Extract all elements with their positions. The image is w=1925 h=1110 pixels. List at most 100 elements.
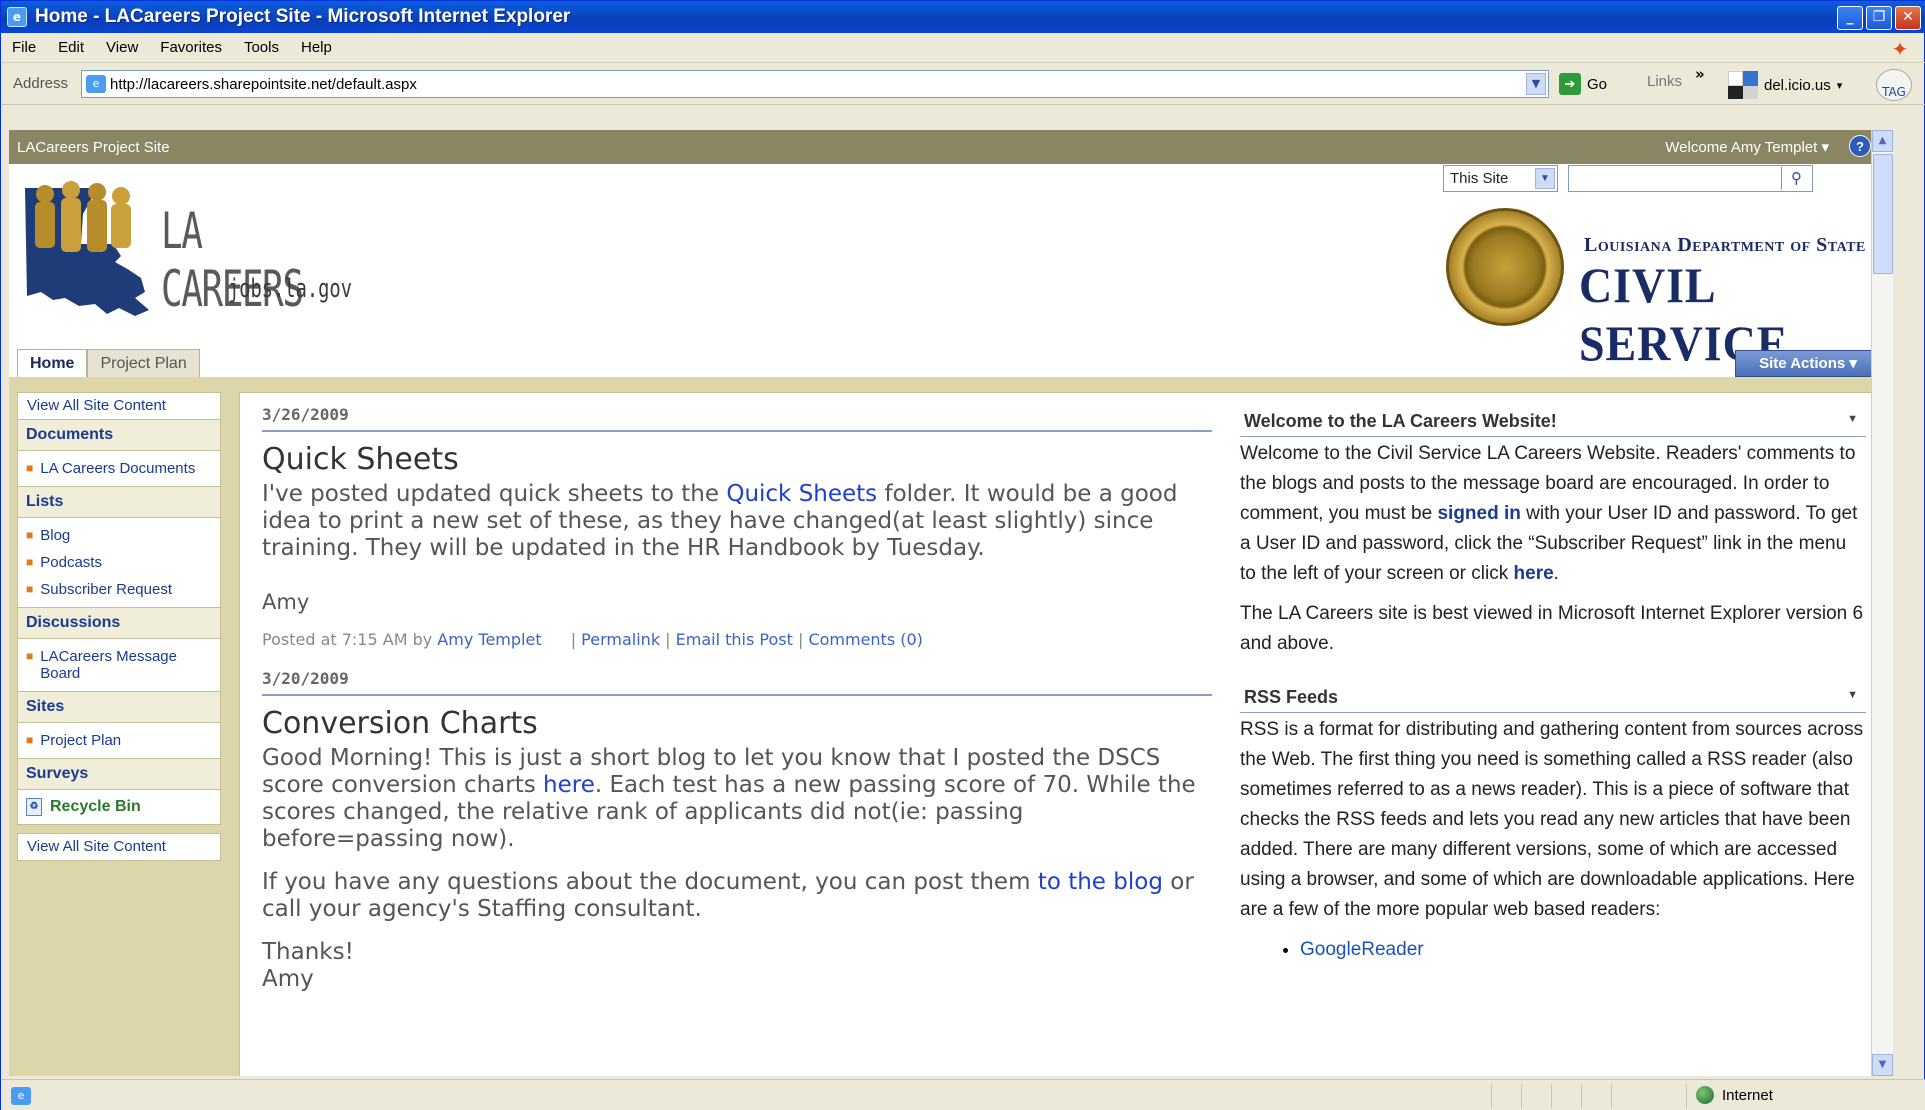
minimize-button[interactable]: _ (1837, 6, 1863, 30)
webpart-menu-icon[interactable]: ▼ (1847, 413, 1858, 425)
scroll-down-icon[interactable]: ▼ (1872, 1054, 1893, 1076)
welcome-webpart-body: Welcome to the Civil Service LA Careers … (1240, 437, 1866, 659)
status-bar: e Internet (1, 1079, 1925, 1110)
delicious-dropdown-icon[interactable]: ▾ (1837, 79, 1843, 92)
webpart-menu-icon[interactable]: ▼ (1847, 689, 1858, 701)
ql-heading-discussions[interactable]: Discussions (17, 608, 221, 639)
email-post-link[interactable]: Email this Post (676, 630, 793, 649)
search-icon[interactable]: ⚲ (1781, 167, 1811, 190)
page-icon: e (86, 75, 106, 93)
recycle-bin-link[interactable]: ♻ Recycle Bin (17, 790, 221, 825)
dept-name: Louisiana Department of State (1584, 234, 1866, 256)
globe-icon (1696, 1086, 1714, 1104)
go-label: Go (1587, 75, 1608, 93)
logo-subtitle: jobs.la.gov (228, 274, 352, 304)
chevron-more-icon[interactable]: » (1695, 65, 1705, 83)
menu-edit[interactable]: Edit (47, 39, 95, 56)
blog-post: 3/26/2009 Quick Sheets I've posted updat… (262, 405, 1212, 649)
welcome-title-text: Welcome to the LA Careers Website! (1244, 411, 1557, 431)
post-body: I've posted updated quick sheets to the … (262, 481, 1212, 562)
sharepoint-top-bar: LACareers Project Site Welcome Amy Templ… (9, 130, 1893, 164)
menu-favorites[interactable]: Favorites (149, 39, 233, 56)
ie-page-icon: e (7, 7, 27, 27)
site-actions-button[interactable]: Site Actions ▾ (1735, 350, 1881, 377)
ql-heading-sites[interactable]: Sites (17, 692, 221, 723)
rss-reader-list: GoogleReader (1240, 939, 1866, 961)
search-area: This Site ▼ ⚲ (1443, 165, 1813, 192)
restore-button[interactable]: ❐ (1866, 6, 1892, 30)
post-date: 3/26/2009 (262, 405, 1212, 432)
ql-item-message-board[interactable]: ■ LACareers Message Board (18, 643, 220, 687)
go-button[interactable]: ➔ Go (1559, 73, 1607, 95)
view-all-content-link-bottom[interactable]: View All Site Content (17, 833, 221, 861)
comments-link[interactable]: Comments (0) (808, 630, 922, 649)
welcome-menu[interactable]: Welcome Amy Templet ▾ (1665, 138, 1829, 156)
quick-launch: View All Site Content Documents ■ LA Care… (17, 392, 221, 861)
posted-at: Posted at 7:15 AM by (262, 630, 438, 649)
tab-project-plan[interactable]: Project Plan (87, 349, 200, 377)
scroll-thumb[interactable] (1873, 154, 1893, 274)
search-input[interactable]: ⚲ (1568, 165, 1813, 192)
help-icon[interactable]: ? (1849, 135, 1871, 157)
ql-heading-lists[interactable]: Lists (17, 487, 221, 518)
googlereader-link[interactable]: GoogleReader (1300, 939, 1424, 960)
ql-item-project-plan[interactable]: ■ Project Plan (18, 727, 220, 754)
browser-window: e Home - LACareers Project Site - Micros… (0, 0, 1925, 1110)
window-title: Home - LACareers Project Site - Microsof… (35, 6, 571, 27)
ql-item-la-careers-documents[interactable]: ■ LA Careers Documents (18, 455, 220, 482)
to-the-blog-link[interactable]: to the blog (1038, 869, 1163, 895)
list-item: GoogleReader (1300, 939, 1866, 961)
rss-webpart-title: RSS Feeds ▼ (1240, 683, 1866, 713)
menu-view[interactable]: View (95, 39, 149, 56)
post-footer: Posted at 7:15 AM by Amy Templet | Perma… (262, 630, 923, 649)
post-text: I've posted updated quick sheets to the (262, 481, 727, 507)
menu-file[interactable]: File (1, 39, 47, 56)
la-careers-logo[interactable]: LA CAREERS jobs.la.gov (23, 174, 353, 344)
post-body: Good Morning! This is just a short blog … (262, 745, 1212, 853)
vertical-scrollbar[interactable]: ▲ ▼ (1871, 130, 1893, 1076)
scope-dropdown-icon[interactable]: ▼ (1535, 168, 1555, 189)
ql-item-podcasts[interactable]: ■ Podcasts (18, 549, 220, 576)
menu-tools[interactable]: Tools (233, 39, 290, 56)
tab-home[interactable]: Home (17, 349, 88, 377)
ql-heading-surveys[interactable]: Surveys (17, 759, 221, 790)
state-seal-icon (1446, 208, 1564, 326)
post-title[interactable]: Quick Sheets (262, 442, 1212, 477)
delicious-button[interactable]: del.icio.us ▾ (1728, 71, 1842, 99)
browser-note: The LA Careers site is best viewed in Mi… (1240, 603, 1864, 654)
address-input[interactable]: e http://lacareers.sharepointsite.net/de… (81, 70, 1549, 98)
author-link[interactable]: Amy Templet (437, 630, 541, 649)
ql-item-subscriber-request[interactable]: ■ Subscriber Request (18, 576, 220, 603)
menu-help[interactable]: Help (290, 39, 343, 56)
conversion-charts-link[interactable]: here (543, 772, 595, 798)
post-title[interactable]: Conversion Charts (262, 706, 1212, 741)
rss-webpart-body: RSS is a format for distributing and gat… (1240, 719, 1864, 920)
address-dropdown-icon[interactable]: ▼ (1526, 73, 1546, 95)
search-scope-value: This Site (1450, 170, 1509, 187)
site-title-link[interactable]: LACareers Project Site (17, 139, 170, 156)
right-web-parts: Welcome to the LA Careers Website! ▼ Wel… (1240, 407, 1866, 961)
welcome-webpart-title: Welcome to the LA Careers Website! ▼ (1240, 407, 1866, 437)
top-nav: Home Project Plan (17, 349, 200, 377)
permalink-link[interactable]: Permalink (581, 630, 660, 649)
main-content: 3/26/2009 Quick Sheets I've posted updat… (239, 392, 1885, 1076)
close-button[interactable]: ✕ (1895, 6, 1921, 30)
quick-sheets-link[interactable]: Quick Sheets (726, 481, 877, 507)
louisiana-map-icon (25, 181, 149, 316)
search-scope-select[interactable]: This Site ▼ (1443, 165, 1558, 192)
tag-button[interactable]: TAG (1876, 69, 1912, 101)
view-all-content-link[interactable]: View All Site Content (17, 392, 221, 420)
links-label[interactable]: Links (1647, 73, 1682, 90)
signed-in-link[interactable]: signed in (1437, 503, 1520, 524)
blog-posts: 3/26/2009 Quick Sheets I've posted updat… (262, 405, 1212, 993)
blog-post: 3/20/2009 Conversion Charts Good Morning… (262, 669, 1212, 993)
post-date: 3/20/2009 (262, 669, 1212, 696)
post-body: If you have any questions about the docu… (262, 869, 1212, 923)
title-bar: e Home - LACareers Project Site - Micros… (1, 1, 1925, 33)
page-viewport: LACareers Project Site Welcome Amy Templ… (9, 130, 1893, 1076)
address-url[interactable]: http://lacareers.sharepointsite.net/defa… (110, 76, 417, 93)
ql-heading-documents[interactable]: Documents (17, 420, 221, 451)
ql-item-blog[interactable]: ■ Blog (18, 522, 220, 549)
here-link[interactable]: here (1514, 563, 1554, 584)
scroll-up-icon[interactable]: ▲ (1872, 130, 1893, 152)
